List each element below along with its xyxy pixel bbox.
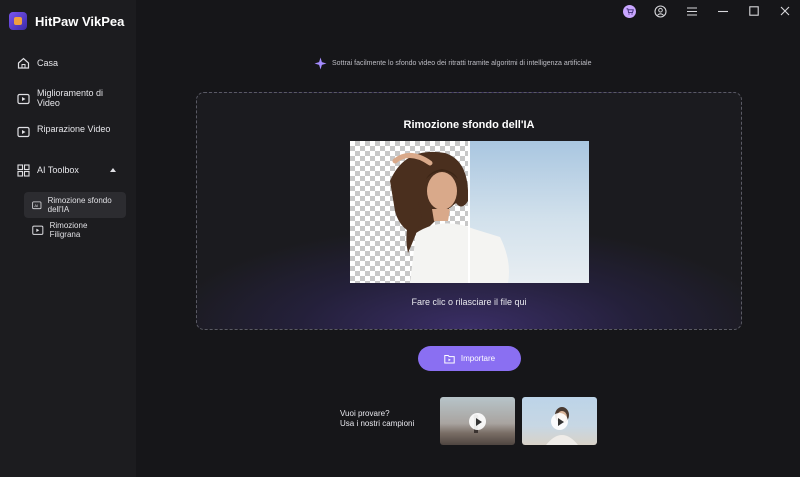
split-divider — [468, 141, 470, 283]
app-name: HitPaw VikPea — [35, 13, 125, 29]
sidebar-item-label: Casa — [37, 58, 59, 68]
sidebar-item-miglioramento[interactable]: Miglioramento di Video — [17, 88, 117, 108]
main-content: Sottrai facilmente lo sfondo video dei r… — [136, 24, 800, 477]
sidebar-item-riparazione[interactable]: Riparazione Video — [17, 124, 117, 138]
sidebar-item-label: AI Toolbox — [37, 165, 79, 175]
minimize-icon — [717, 10, 728, 12]
sidebar-item-ai-toolbox[interactable]: AI Toolbox — [17, 164, 117, 177]
minimize-button[interactable] — [707, 0, 738, 22]
dropzone-hint: Fare clic o rilasciare il file qui — [411, 297, 527, 307]
import-button[interactable]: Importare — [418, 346, 521, 371]
svg-text:AI: AI — [34, 203, 38, 208]
chevron-up-icon[interactable] — [110, 168, 116, 172]
sidebar-subitem-rimozione-sfondo[interactable]: AI Rimozione sfondo dell'IA — [24, 192, 126, 218]
close-icon — [780, 6, 789, 16]
menu-button[interactable] — [676, 0, 707, 22]
brand: HitPaw VikPea — [9, 12, 124, 30]
window-controls — [614, 0, 800, 22]
cart-button[interactable] — [614, 0, 645, 22]
samples-prompt: Vuoi provare? Usa i nostri campioni — [340, 409, 414, 429]
import-button-label: Importare — [460, 354, 496, 363]
sidebar-item-label: Miglioramento di Video — [37, 88, 104, 108]
tagline-text: Sottrai facilmente lo sfondo video dei r… — [332, 60, 592, 67]
background-removal-preview — [350, 141, 589, 283]
toolbox-icon — [17, 164, 30, 177]
close-button[interactable] — [769, 0, 800, 22]
maximize-icon — [748, 6, 759, 16]
file-dropzone[interactable]: Rimozione sfondo dell'IA Fare clic o ril… — [196, 92, 742, 330]
sidebar: HitPaw VikPea Casa Miglioramento di Vide… — [0, 0, 136, 477]
samples-line-1: Vuoi provare? — [340, 409, 390, 418]
samples-line-2: Usa i nostri campioni — [340, 419, 415, 428]
sidebar-subitem-label: Rimozione sfondo dell'IA — [47, 196, 112, 214]
sidebar-subitem-label: Rimozione Filigrana — [49, 221, 88, 239]
app-logo-icon — [9, 12, 27, 30]
sidebar-item-casa[interactable]: Casa — [17, 57, 117, 69]
maximize-button[interactable] — [738, 0, 769, 22]
user-icon — [654, 4, 667, 18]
video-repair-icon — [17, 126, 30, 138]
tagline: Sottrai facilmente lo sfondo video dei r… — [314, 57, 592, 70]
menu-icon — [686, 6, 697, 16]
watermark-remove-icon — [32, 225, 44, 235]
cart-icon — [623, 4, 636, 18]
sidebar-subitem-rimozione-filigrana[interactable]: Rimozione Filigrana — [24, 217, 126, 243]
home-icon — [17, 57, 30, 69]
sample-video-2[interactable] — [522, 397, 597, 445]
account-button[interactable] — [645, 0, 676, 22]
ai-background-icon: AI — [32, 200, 42, 209]
sparkle-icon — [314, 57, 327, 70]
play-icon — [551, 413, 568, 430]
video-enhance-icon — [17, 93, 30, 105]
dropzone-title: Rimozione sfondo dell'IA — [403, 119, 535, 131]
play-icon — [469, 413, 486, 430]
sample-video-1[interactable] — [440, 397, 515, 445]
sidebar-item-label: Riparazione Video — [37, 124, 111, 134]
import-folder-icon — [444, 354, 455, 363]
